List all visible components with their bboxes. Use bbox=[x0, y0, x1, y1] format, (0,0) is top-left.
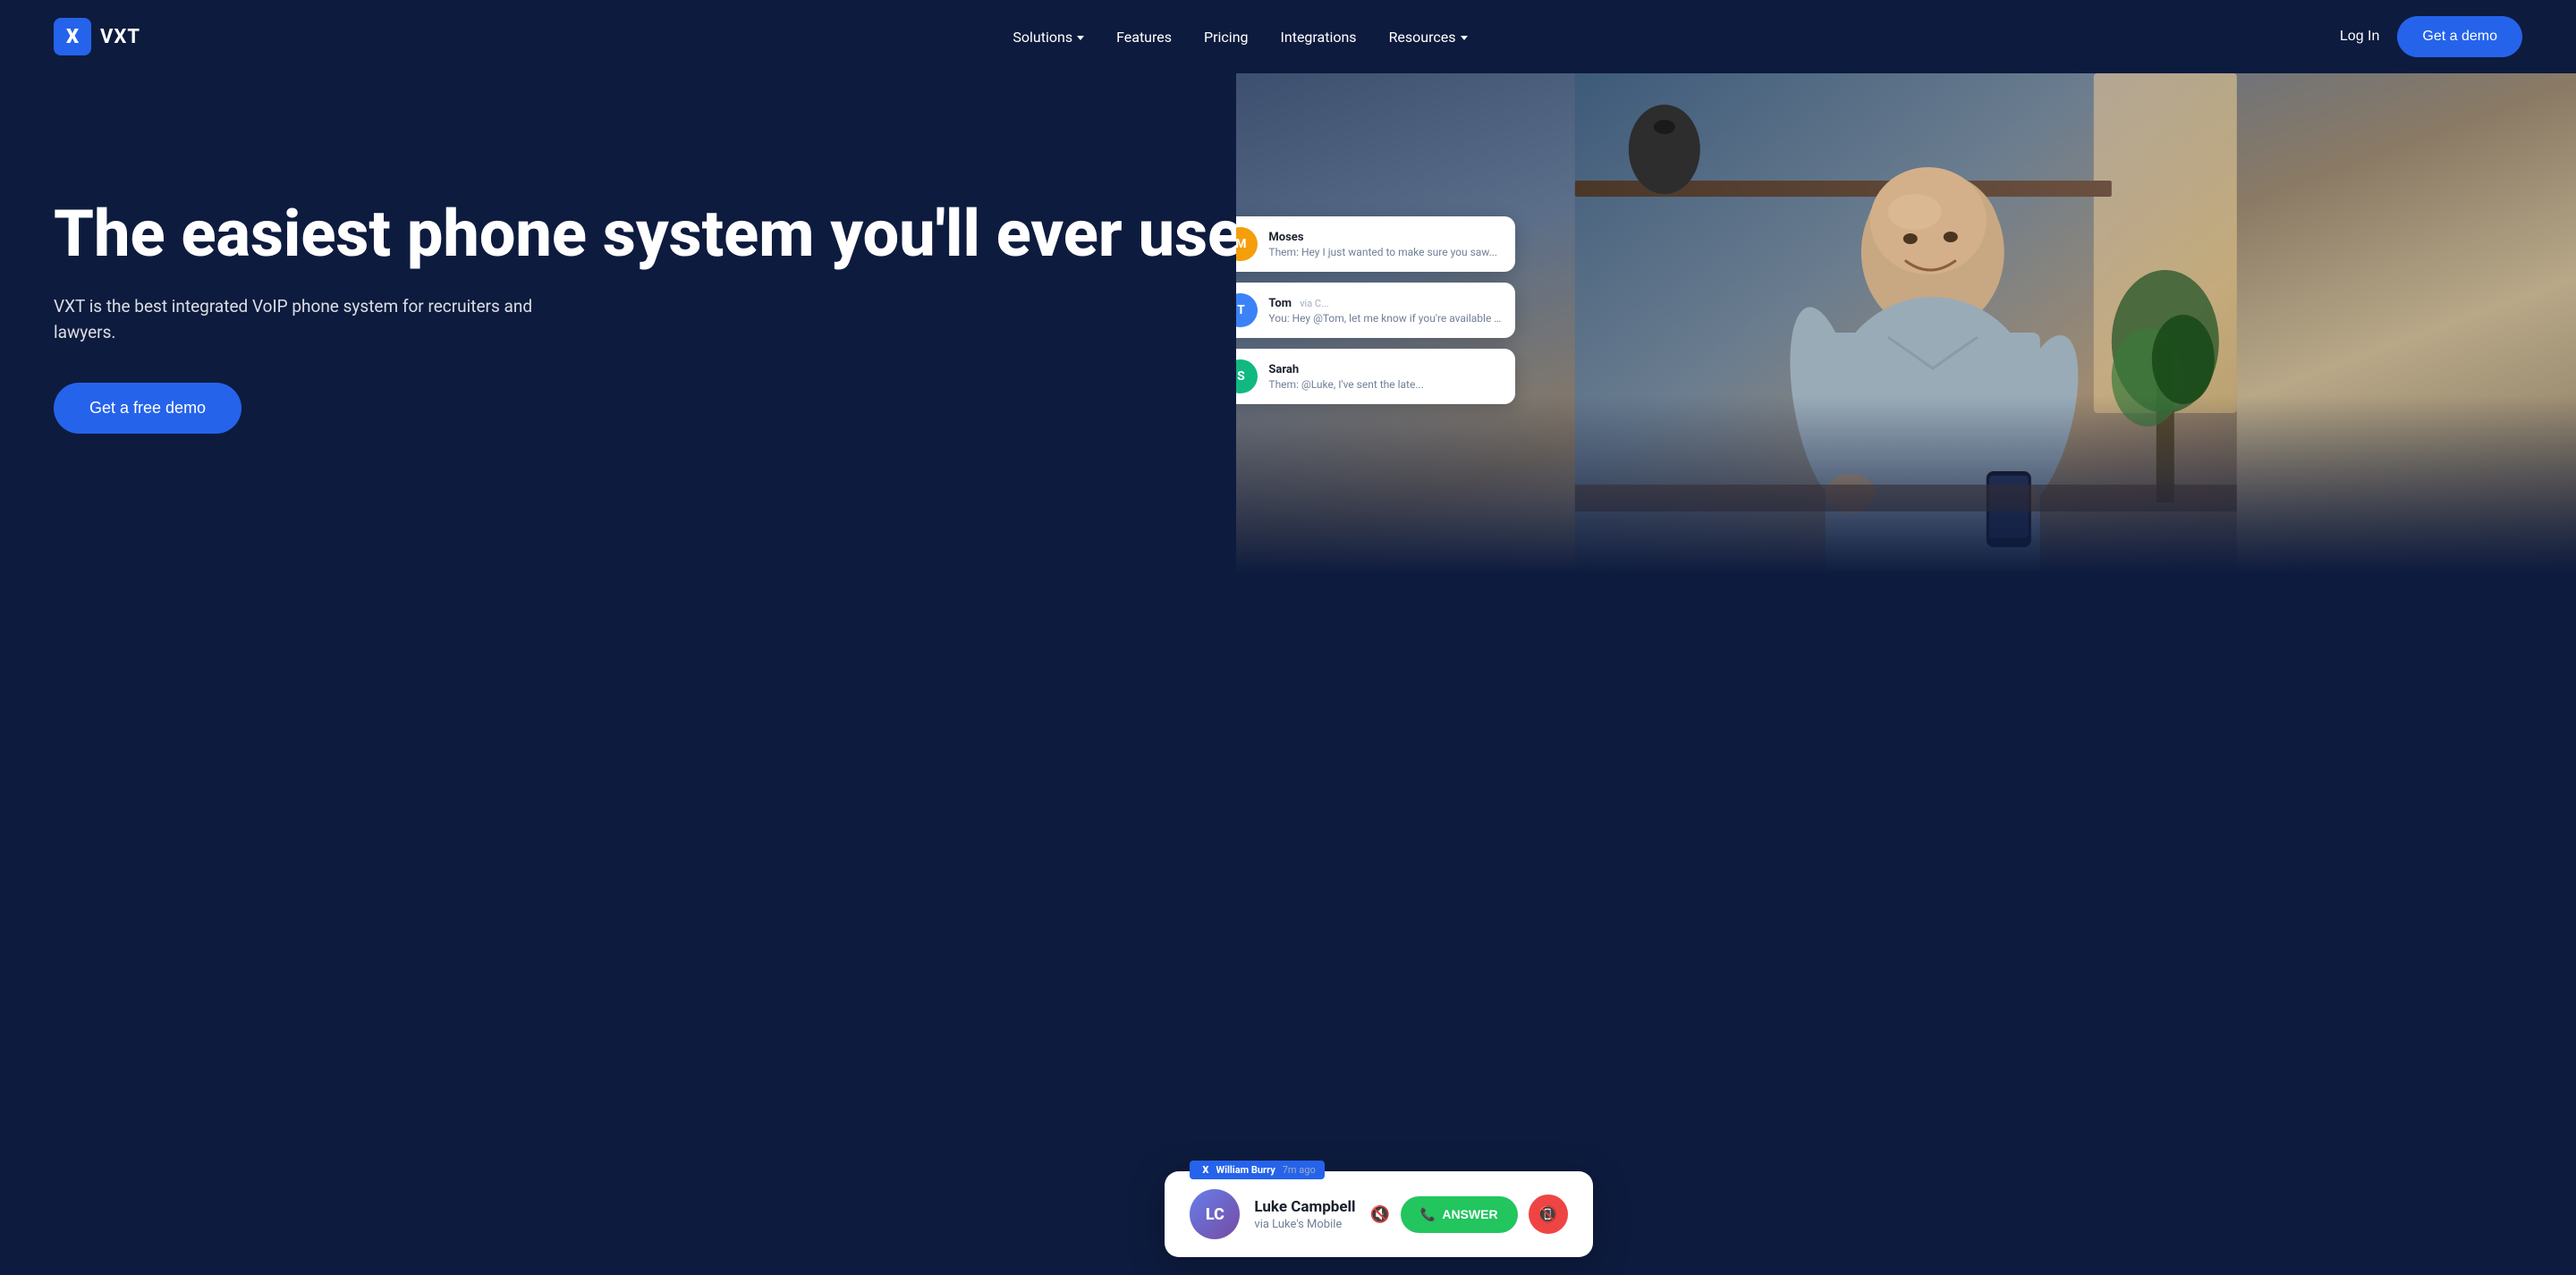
nav-item-solutions[interactable]: Solutions bbox=[1013, 29, 1084, 46]
hero-section: The easiest phone system you'll ever use… bbox=[0, 73, 2576, 1275]
chat-card-tom[interactable]: T Tom via C... You: Hey @Tom, let me kno… bbox=[1236, 283, 1515, 338]
mute-icon: 🔇 bbox=[1370, 1205, 1390, 1224]
brand-logo[interactable]: X VXT bbox=[54, 18, 140, 55]
incoming-call-card[interactable]: X William Burry 7m ago LC Luke Campbell … bbox=[1165, 1171, 1592, 1257]
hero-visual: M Moses Them: Hey I just wanted to make … bbox=[1236, 73, 2576, 1275]
free-demo-button[interactable]: Get a free demo bbox=[54, 383, 242, 434]
navigation: X VXT Solutions Features Pricing Integra… bbox=[0, 0, 2576, 73]
chat-info-moses: Moses Them: Hey I just wanted to make su… bbox=[1268, 231, 1501, 258]
chat-card-sarah[interactable]: S Sarah Them: @Luke, I've sent the late.… bbox=[1236, 349, 1515, 404]
nav-item-resources[interactable]: Resources bbox=[1389, 29, 1468, 46]
nav-item-pricing[interactable]: Pricing bbox=[1204, 29, 1249, 46]
chat-avatar-tom: T bbox=[1236, 293, 1258, 327]
nav-actions: Log In Get a demo bbox=[2340, 16, 2522, 57]
call-action-buttons: 🔇 📞 ANSWER 📵 bbox=[1370, 1195, 1568, 1234]
hero-subtitle: VXT is the best integrated VoIP phone sy… bbox=[54, 294, 555, 345]
chat-card-moses[interactable]: M Moses Them: Hey I just wanted to make … bbox=[1236, 216, 1515, 272]
brand-name: VXT bbox=[100, 26, 140, 48]
chevron-down-icon bbox=[1077, 36, 1084, 40]
nav-links: Solutions Features Pricing Integrations … bbox=[1013, 29, 1467, 46]
chat-avatar-sarah: S bbox=[1236, 359, 1258, 393]
caller-info: Luke Campbell via Luke's Mobile bbox=[1254, 1198, 1355, 1231]
logo-icon: X bbox=[54, 18, 91, 55]
decline-icon: 📵 bbox=[1538, 1205, 1557, 1224]
caller-avatar: LC bbox=[1190, 1189, 1240, 1239]
login-button[interactable]: Log In bbox=[2340, 29, 2379, 45]
answer-button[interactable]: 📞 ANSWER bbox=[1401, 1196, 1518, 1233]
vxt-call-badge: X William Burry 7m ago bbox=[1190, 1161, 1324, 1179]
hero-photo: M Moses Them: Hey I just wanted to make … bbox=[1236, 73, 2576, 574]
phone-icon: 📞 bbox=[1420, 1207, 1436, 1222]
get-demo-button[interactable]: Get a demo bbox=[2397, 16, 2522, 57]
chat-info-tom: Tom via C... You: Hey @Tom, let me know … bbox=[1268, 297, 1501, 325]
nav-item-features[interactable]: Features bbox=[1116, 29, 1172, 46]
nav-item-integrations[interactable]: Integrations bbox=[1281, 29, 1357, 46]
chat-cards-overlay: M Moses Them: Hey I just wanted to make … bbox=[1236, 216, 1515, 404]
decline-button[interactable]: 📵 bbox=[1529, 1195, 1568, 1234]
chat-avatar-moses: M bbox=[1236, 227, 1258, 261]
chat-info-sarah: Sarah Them: @Luke, I've sent the late... bbox=[1268, 363, 1501, 391]
hero-content: The easiest phone system you'll ever use… bbox=[54, 127, 1411, 434]
hero-title: The easiest phone system you'll ever use bbox=[54, 198, 1411, 269]
chevron-down-icon bbox=[1461, 36, 1468, 40]
